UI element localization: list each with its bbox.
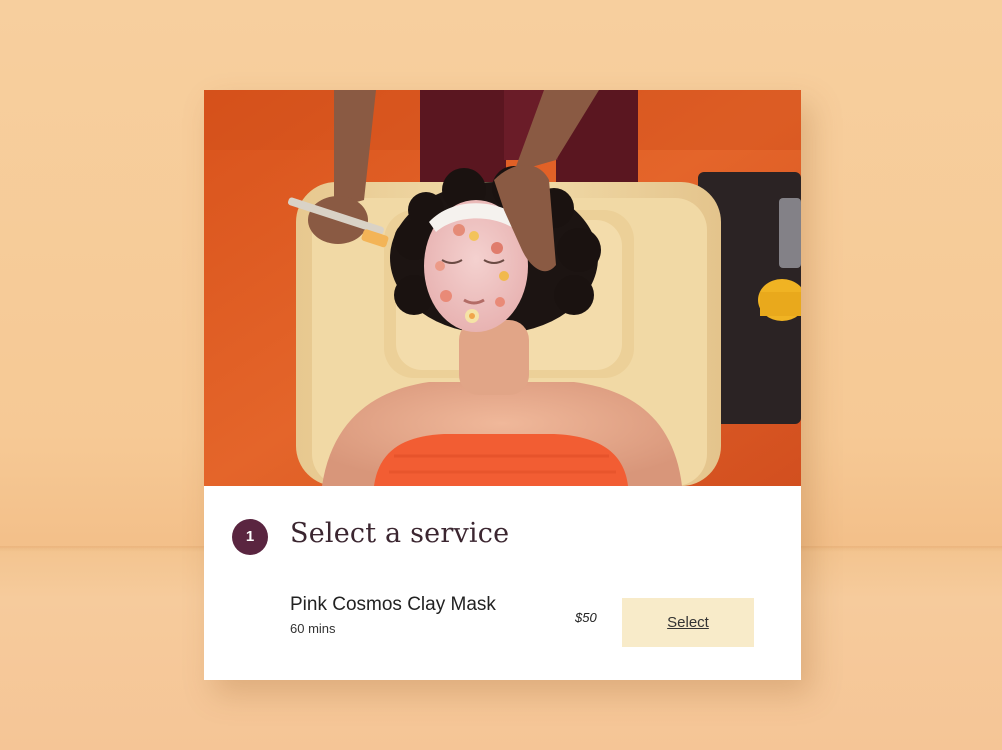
service-card: 1 Select a service Pink Cosmos Clay Mask… — [204, 90, 801, 680]
service-duration: 60 mins — [290, 621, 336, 636]
service-photo — [204, 90, 801, 486]
select-service-button[interactable]: Select — [622, 598, 754, 647]
service-name: Pink Cosmos Clay Mask — [290, 594, 496, 615]
service-price: $50 — [575, 610, 597, 625]
service-panel: 1 Select a service Pink Cosmos Clay Mask… — [204, 486, 801, 680]
step-title: Select a service — [290, 518, 510, 549]
step-number-badge: 1 — [232, 519, 268, 555]
